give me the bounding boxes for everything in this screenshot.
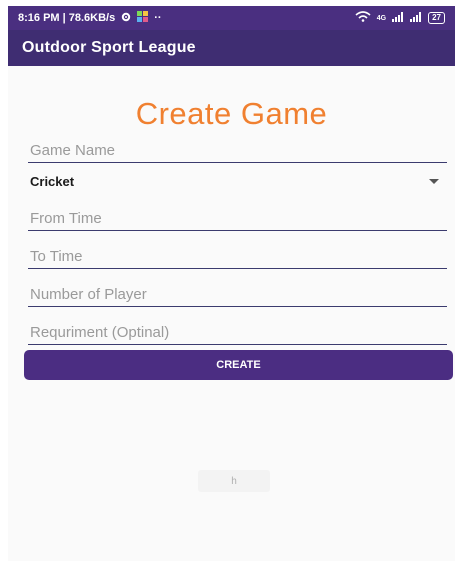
status-time-speed: 8:16 PM | 78.6KB/s [18, 12, 116, 24]
battery-icon: 27 [428, 12, 445, 24]
network-type: 4G [376, 14, 387, 22]
status-bar: 8:16 PM | 78.6KB/s ·· 4G 27 [8, 6, 455, 30]
sport-dropdown[interactable]: Cricket [30, 168, 447, 194]
requirement-field[interactable]: Requriment (Optinal) [28, 321, 447, 345]
game-name-field[interactable]: Game Name [28, 139, 447, 163]
status-bar-left: 8:16 PM | 78.6KB/s ·· [18, 11, 162, 25]
from-time-field[interactable]: From Time [28, 207, 447, 231]
app-grid-icon [137, 11, 149, 25]
signal-icon [392, 11, 404, 25]
wifi-icon [355, 11, 371, 25]
number-of-player-field[interactable]: Number of Player [28, 283, 447, 307]
to-time-field[interactable]: To Time [28, 245, 447, 269]
gear-icon [121, 12, 131, 25]
create-button[interactable]: CREATE [24, 350, 453, 380]
status-more: ·· [154, 12, 162, 24]
app-bar: Outdoor Sport League [8, 30, 455, 66]
page-title: Create Game [135, 96, 328, 131]
status-bar-right: 4G 27 [355, 11, 445, 25]
signal-icon-2 [410, 11, 422, 25]
app-title: Outdoor Sport League [22, 39, 196, 56]
toast-message: h [198, 470, 270, 492]
sport-dropdown-value: Cricket [30, 173, 75, 189]
phone-screen: 8:16 PM | 78.6KB/s ·· 4G 27 Outdoor Spor… [8, 6, 455, 561]
battery-level: 27 [432, 13, 441, 22]
chevron-down-icon [429, 178, 439, 184]
